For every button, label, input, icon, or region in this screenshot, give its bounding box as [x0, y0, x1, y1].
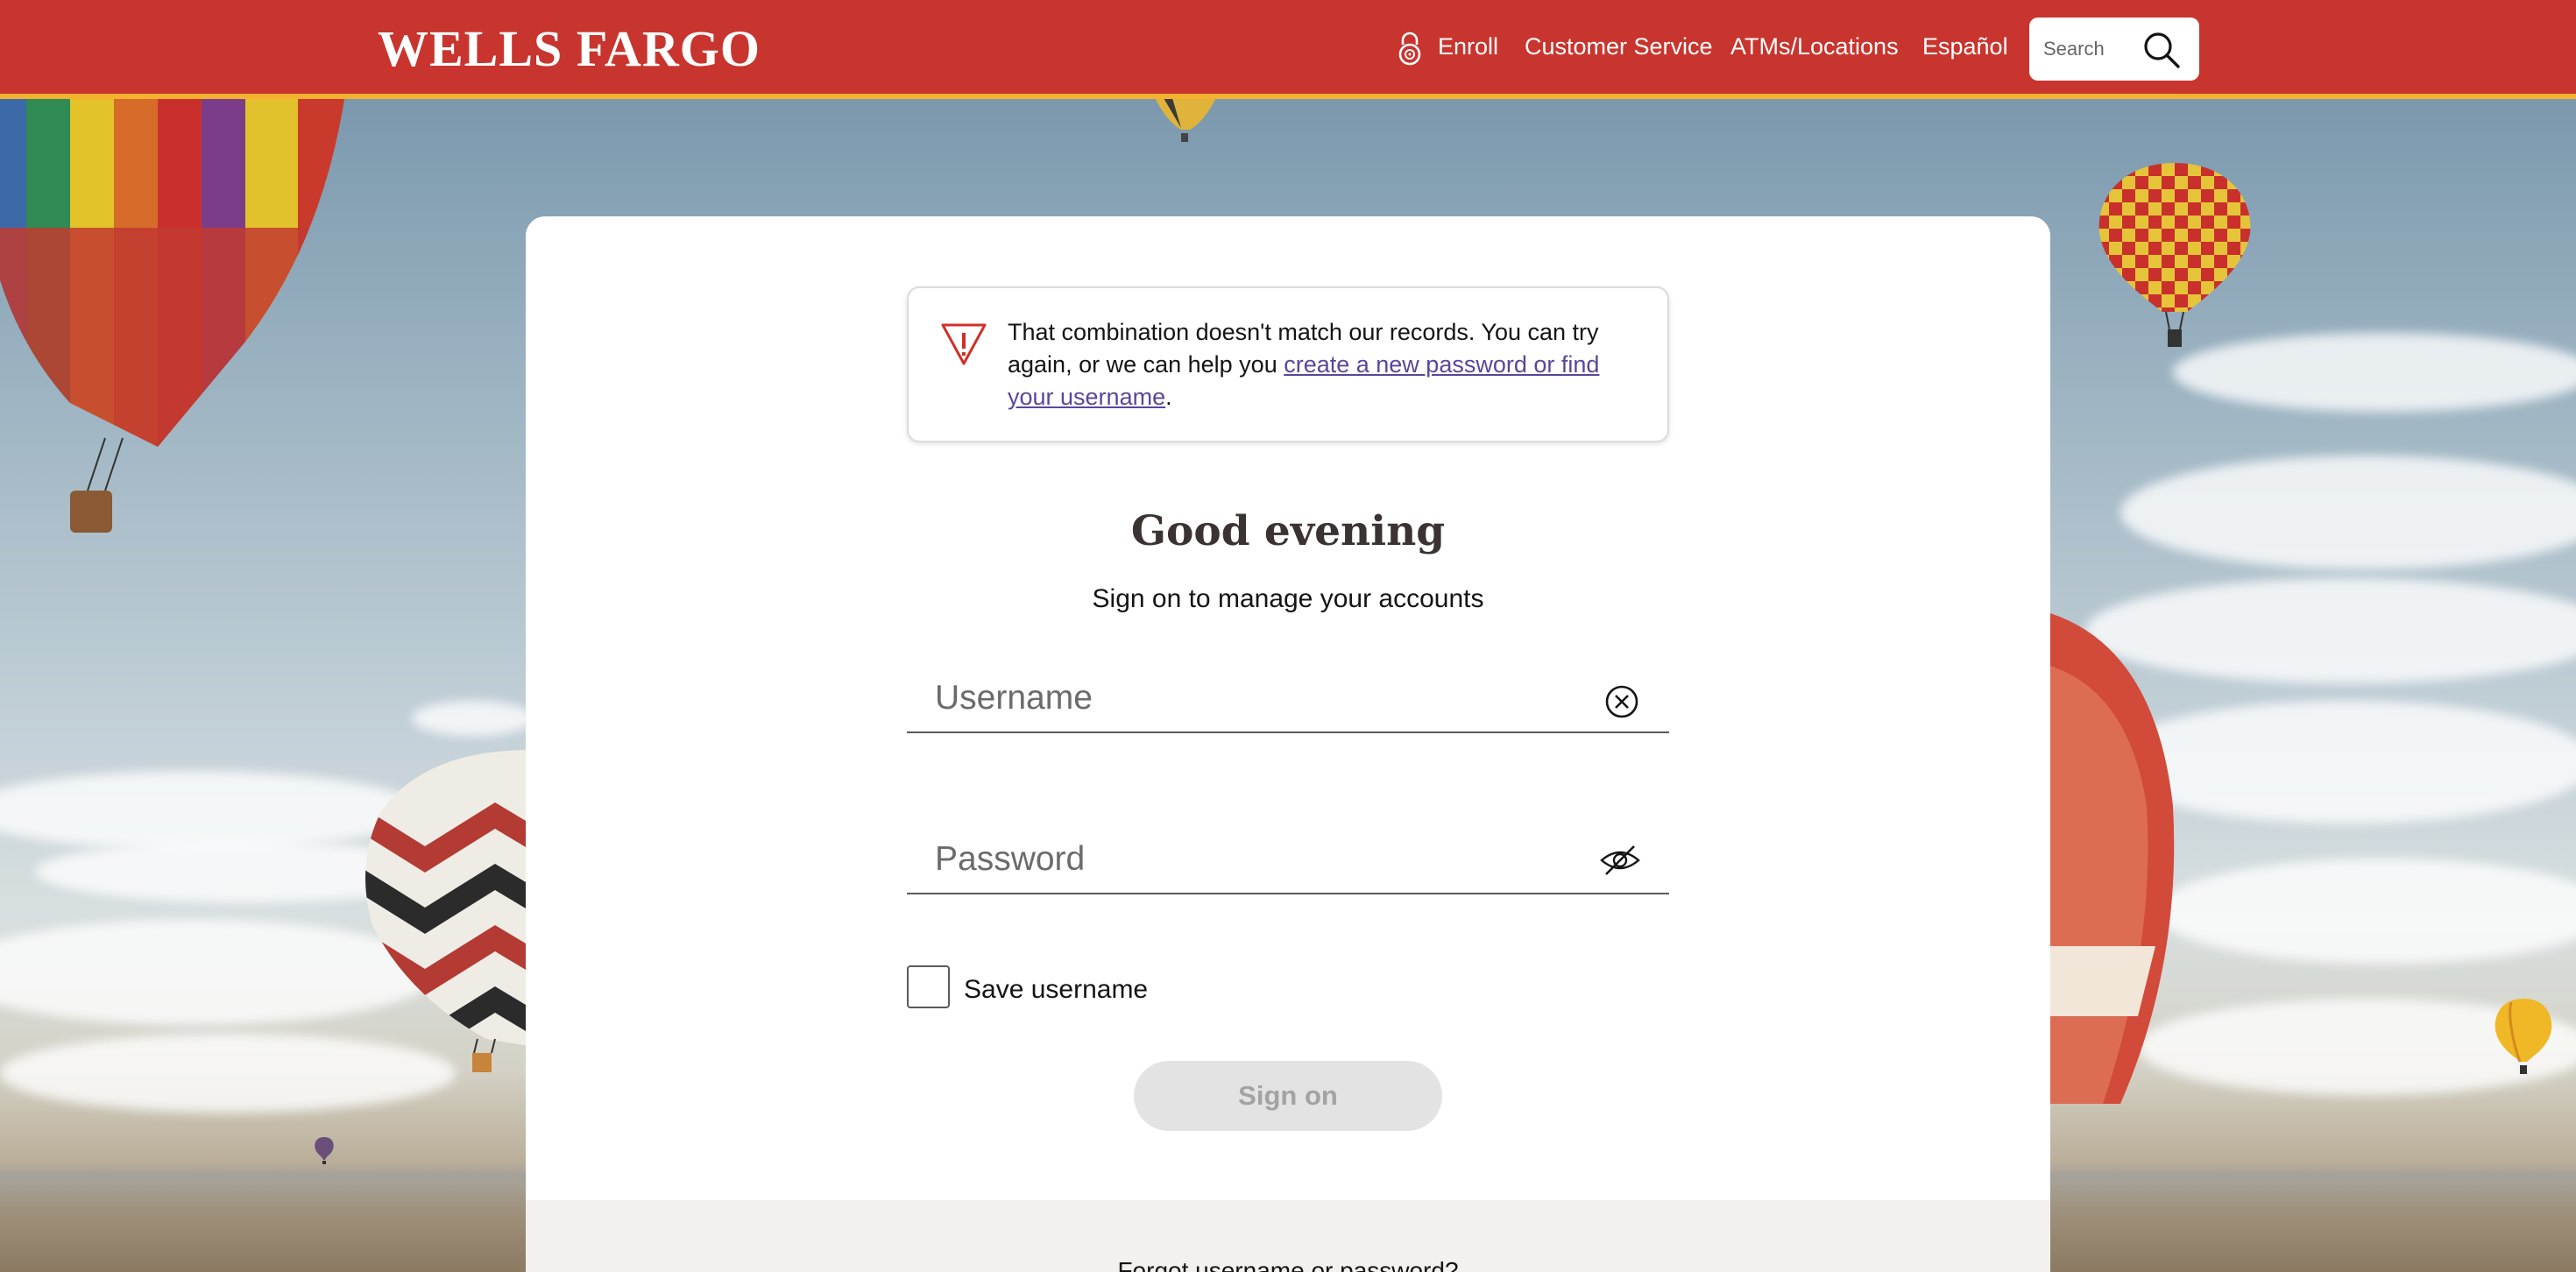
balloon-red-image — [2050, 613, 2175, 1104]
search-input[interactable] — [2043, 33, 2140, 65]
password-field — [907, 824, 1669, 894]
balloon-checkered-image — [2098, 163, 2251, 347]
cloud — [412, 701, 534, 736]
enroll-link[interactable]: Enroll — [1438, 33, 1498, 60]
forgot-credentials-link[interactable]: Forgot username or password? — [526, 1257, 2050, 1272]
balloon-yellow-image — [2495, 999, 2552, 1074]
eye-slash-icon[interactable] — [1599, 841, 1641, 880]
cloud — [2120, 456, 2576, 569]
clear-circle-icon[interactable] — [1603, 682, 1641, 721]
sign-on-button[interactable]: Sign on — [1134, 1061, 1442, 1131]
balloon-rainbow-image — [0, 53, 350, 533]
save-username-checkbox[interactable] — [907, 965, 950, 1008]
save-username-label[interactable]: Save username — [964, 975, 1148, 1005]
search-box — [2029, 18, 2199, 81]
balloon-small-image — [1155, 98, 1216, 142]
username-input[interactable] — [935, 675, 1583, 721]
wells-fargo-logo[interactable]: WELLS FARGO — [378, 19, 761, 78]
cloud — [2155, 859, 2576, 964]
atms-locations-link[interactable]: ATMs/Locations — [1730, 33, 1899, 60]
signon-card: That combination doesn't match our recor… — [526, 216, 2050, 1272]
customer-service-link[interactable]: Customer Service — [1525, 33, 1713, 60]
balloon-tiny-image — [315, 1137, 334, 1164]
warning-icon — [941, 323, 987, 365]
error-alert: That combination doesn't match our recor… — [907, 286, 1669, 442]
password-input[interactable] — [935, 837, 1583, 882]
error-message: That combination doesn't match our recor… — [1008, 316, 1647, 413]
balloon-chevron-image — [365, 750, 539, 1072]
top-header: WELLS FARGO Enroll Customer Service ATMs… — [0, 0, 2576, 99]
greeting-heading: Good evening — [1130, 507, 1446, 555]
espanol-link[interactable]: Español — [1922, 33, 2008, 60]
search-icon[interactable] — [2140, 30, 2183, 70]
username-field — [907, 663, 1669, 733]
padlock-icon — [1398, 32, 1421, 66]
signon-subtitle: Sign on to manage your accounts — [1092, 584, 1484, 613]
error-message-suffix: . — [1165, 384, 1172, 410]
